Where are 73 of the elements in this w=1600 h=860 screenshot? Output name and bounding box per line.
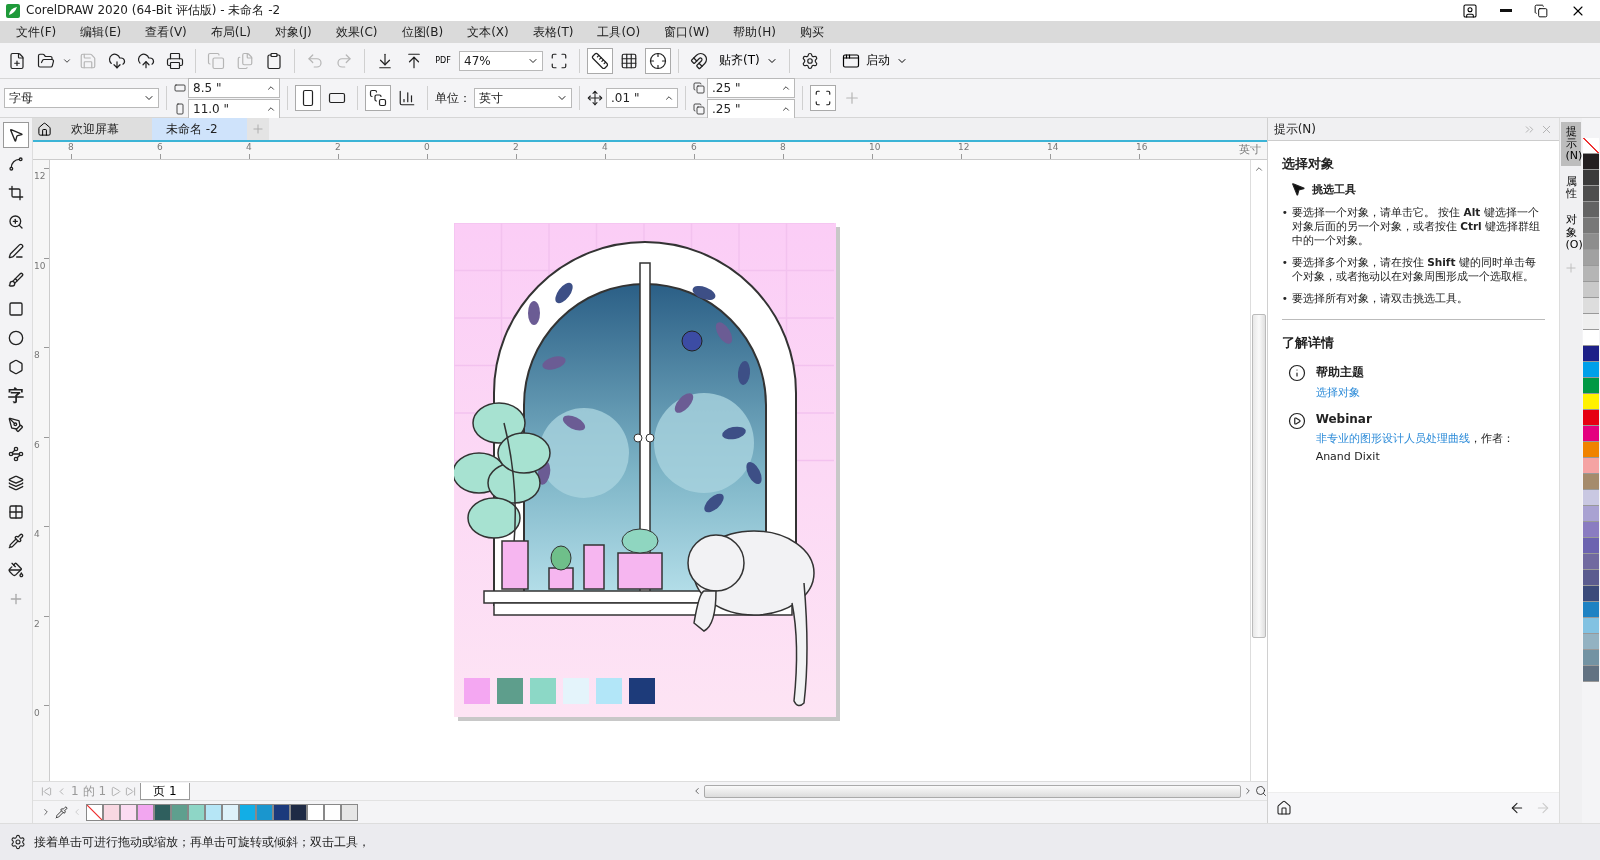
menu-item[interactable]: 窗口(W) xyxy=(652,21,722,43)
document-tab[interactable]: 未命名 -2 xyxy=(151,118,247,140)
snap-dropdown[interactable]: 贴齐(T) xyxy=(715,47,782,74)
ruler-label: 12 xyxy=(957,142,970,152)
menu-item[interactable]: 对象(J) xyxy=(262,21,324,43)
duplicate-x-field[interactable]: .25 " xyxy=(707,77,795,98)
docker-title: 提示(N) xyxy=(1273,120,1317,138)
zoom-level-field[interactable]: 47% xyxy=(459,50,543,71)
ruler-label: 4 xyxy=(601,142,608,152)
ruler-label: 8 xyxy=(33,350,40,362)
ruler-label: 4 xyxy=(33,529,40,541)
text-tool-button[interactable]: 字 xyxy=(2,383,29,409)
ruler-label: 12 xyxy=(33,171,46,183)
tool-name: 挑选工具 xyxy=(1311,181,1356,197)
ruler-label: 8 xyxy=(67,142,74,152)
ruler-label: 6 xyxy=(156,142,163,152)
launch-dropdown[interactable]: 启动 xyxy=(837,47,912,74)
webinar-link[interactable]: 非专业的图形设计人员处理曲线 xyxy=(1315,432,1470,445)
webinar-description: 非专业的图形设计人员处理曲线，作者： Anand Dixit xyxy=(1315,431,1514,465)
docker-tab[interactable]: 属性 xyxy=(1561,172,1582,205)
webinar-title: Webinar xyxy=(1315,412,1373,426)
ruler-label: 10 xyxy=(33,260,46,273)
menu-item[interactable]: 文本(X) xyxy=(455,21,521,43)
hint-bullet: 要选择多个对象，请在按住 Shift 键的同时单击每个对象，或者拖动以在对象周围形成一个选取框。 xyxy=(1291,255,1537,283)
menu-item[interactable]: 表格(T) xyxy=(520,21,586,43)
menu-item[interactable]: 效果(C) xyxy=(323,21,390,43)
help-topics-title: 帮助主题 xyxy=(1315,364,1364,381)
docker-tab[interactable]: 提示(N) xyxy=(1561,122,1582,167)
ruler-label: 8 xyxy=(779,142,786,152)
ruler-label: 2 xyxy=(512,142,519,152)
duplicate-y-field[interactable]: .25 " xyxy=(707,98,795,119)
ruler-label: 2 xyxy=(33,618,40,631)
bullet-mark: • xyxy=(1281,255,1288,269)
hint-heading: 选择对象 xyxy=(1281,155,1335,173)
ruler-label: 16 xyxy=(1135,142,1148,152)
menu-item[interactable]: 帮助(H) xyxy=(721,21,788,43)
page-size-dropdown[interactable]: 字母 xyxy=(4,88,159,108)
docker-tab[interactable]: 对象 (O) xyxy=(1561,210,1582,255)
ruler-label: 2 xyxy=(334,142,341,152)
document-tab[interactable]: 欢迎屏幕 xyxy=(56,118,152,140)
page-width-field[interactable]: 8.5 " xyxy=(188,77,280,98)
bullet-mark: • xyxy=(1281,205,1288,219)
help-topic-link[interactable]: 选择对象 xyxy=(1315,385,1364,400)
units-label: 单位： xyxy=(435,89,471,107)
current-page-number: 1 xyxy=(70,784,79,798)
ruler-label: 6 xyxy=(690,142,697,152)
hint-bullet: 要选择一个对象，请单击它。 按住 Alt 键选择一个对象后面的另一个对象，或者按住 Ctrl 键选择群组中的一个对象。 xyxy=(1291,205,1542,247)
window-title: CorelDRAW 2020 (64-Bit 评估版) - 未命名 -2 xyxy=(26,2,282,19)
menu-item[interactable]: 编辑(E) xyxy=(68,21,134,43)
menu-item[interactable]: 文件(F) xyxy=(4,21,69,43)
menu-item[interactable]: 工具(O) xyxy=(585,21,653,43)
ruler-unit: 英寸 xyxy=(1238,142,1261,158)
status-text: 接着单击可进行拖动或缩放；再单击可旋转或倾斜；双击工具， xyxy=(34,833,370,851)
ruler-label: 10 xyxy=(868,142,881,152)
page-height-field[interactable]: 11.0 " xyxy=(188,98,280,119)
total-pages-number: 1 xyxy=(98,784,107,798)
menu-item[interactable]: 位图(B) xyxy=(389,21,456,43)
ruler-label: 14 xyxy=(1046,142,1059,152)
ruler-label: 6 xyxy=(33,439,40,452)
menu-item[interactable]: 查看(V) xyxy=(133,21,199,43)
nudge-distance-field[interactable]: .01 " xyxy=(606,88,678,108)
menu-item[interactable]: 购买 xyxy=(787,21,836,43)
page-of-label: 的 xyxy=(82,782,95,800)
ruler-label: 4 xyxy=(245,142,252,152)
units-dropdown[interactable]: 英寸 xyxy=(474,88,572,108)
pdf-export-button[interactable]: PDF xyxy=(430,47,456,74)
more-info-heading: 了解详情 xyxy=(1281,334,1335,352)
ruler-label: 0 xyxy=(33,708,40,720)
hint-bullet: 要选择所有对象，请双击挑选工具。 xyxy=(1291,291,1468,305)
menu-item[interactable]: 布局(L) xyxy=(198,21,263,43)
page-tab[interactable]: 页 1 xyxy=(140,782,190,800)
bullet-mark: • xyxy=(1281,291,1288,305)
ruler-label: 0 xyxy=(423,142,430,152)
